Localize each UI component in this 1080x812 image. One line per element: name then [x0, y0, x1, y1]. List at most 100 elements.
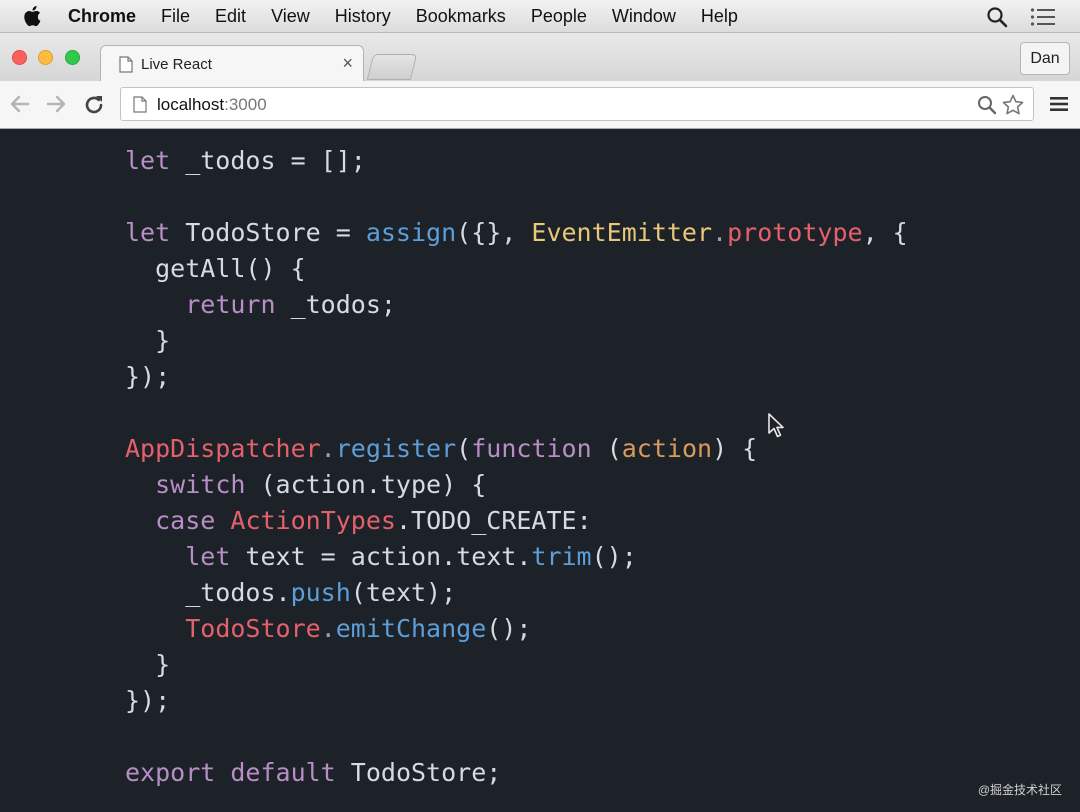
hamburger-icon[interactable] [1050, 96, 1068, 112]
menu-window[interactable]: Window [612, 6, 676, 27]
code-token: . [320, 434, 336, 463]
code-line: }); [125, 359, 908, 395]
address-bar[interactable]: localhost:3000 [120, 87, 1034, 121]
menu-view[interactable]: View [271, 6, 310, 27]
code-token: }); [125, 686, 171, 715]
code-token: . [712, 218, 728, 247]
code-token: register [335, 434, 457, 463]
code-token: assign [365, 218, 457, 247]
code-token: export [125, 758, 216, 787]
menu-help[interactable]: Help [701, 6, 738, 27]
code-line: TodoStore.emitChange(); [125, 611, 908, 647]
code-token: TodoStore = [170, 218, 366, 247]
code-token: TodoStore [185, 614, 321, 643]
code-line: switch (action.type) { [125, 467, 908, 503]
code-token: return [185, 290, 276, 319]
code-line: return _todos; [125, 287, 908, 323]
new-tab-button[interactable] [366, 54, 418, 80]
code-token: case [155, 506, 216, 535]
browser-toolbar: localhost:3000 [0, 81, 1080, 129]
mouse-cursor-icon [768, 413, 784, 438]
code-line: }); [125, 683, 908, 719]
code-line: let TodoStore = assign({}, EventEmitter.… [125, 215, 908, 251]
code-token: TodoStore; [335, 758, 502, 787]
code-token: getAll() { [125, 254, 306, 283]
code-token: , { [862, 218, 908, 247]
menu-edit[interactable]: Edit [215, 6, 246, 27]
code-token: ) { [712, 434, 758, 463]
url-text[interactable]: localhost:3000 [157, 95, 267, 115]
code-token: . [320, 614, 336, 643]
code-token: let [125, 146, 171, 175]
code-token: _todos; [275, 290, 396, 319]
reload-icon[interactable] [82, 93, 106, 117]
forward-arrow-icon[interactable] [44, 93, 68, 115]
apple-icon[interactable] [22, 5, 42, 27]
code-block: let _todos = []; let TodoStore = assign(… [125, 143, 908, 791]
menu-people[interactable]: People [531, 6, 587, 27]
code-token: (); [591, 542, 637, 571]
code-line: case ActionTypes.TODO_CREATE: [125, 503, 908, 539]
code-token: ( [591, 434, 622, 463]
code-token: EventEmitter [531, 218, 713, 247]
code-token: }); [125, 362, 171, 391]
code-token: trim [531, 542, 592, 571]
code-token: let [185, 542, 231, 571]
close-icon[interactable]: × [342, 53, 353, 74]
code-token: ActionTypes [230, 506, 396, 535]
star-icon[interactable] [1001, 93, 1025, 117]
tab-title: Live React [141, 56, 212, 73]
code-line: getAll() { [125, 251, 908, 287]
code-line: export default TodoStore; [125, 755, 908, 791]
profile-button[interactable]: Dan [1020, 42, 1070, 75]
profile-name: Dan [1030, 49, 1060, 67]
magnifier-icon[interactable] [977, 95, 997, 115]
code-token: ( [456, 434, 472, 463]
code-token: default [230, 758, 336, 787]
menu-bookmarks[interactable]: Bookmarks [416, 6, 506, 27]
url-host: localhost [157, 95, 225, 114]
code-token: _todos = []; [170, 146, 366, 175]
code-line: } [125, 647, 908, 683]
code-token: prototype [727, 218, 863, 247]
code-view: let _todos = []; let TodoStore = assign(… [0, 129, 1080, 812]
menu-file[interactable]: File [161, 6, 190, 27]
code-token: (text); [350, 578, 457, 607]
tab-live-react[interactable]: Live React × [100, 45, 364, 82]
window-maximize-button[interactable] [65, 50, 80, 65]
page-icon [133, 96, 147, 113]
menu-history[interactable]: History [335, 6, 391, 27]
list-icon[interactable] [1030, 7, 1056, 27]
code-token: action [621, 434, 713, 463]
code-token: emitChange [335, 614, 487, 643]
code-token: push [290, 578, 351, 607]
code-token: switch [155, 470, 246, 499]
code-token: AppDispatcher [125, 434, 321, 463]
menu-chrome[interactable]: Chrome [68, 6, 136, 27]
window-minimize-button[interactable] [38, 50, 53, 65]
code-token: } [125, 326, 171, 355]
code-token: .TODO_CREATE: [395, 506, 592, 535]
back-arrow-icon[interactable] [8, 93, 32, 115]
code-token: (); [486, 614, 532, 643]
window-close-button[interactable] [12, 50, 27, 65]
tab-strip: Live React × Dan [0, 33, 1080, 82]
code-line: let text = action.text.trim(); [125, 539, 908, 575]
code-line: let _todos = []; [125, 143, 908, 179]
watermark-text: @掘金技术社区 [977, 783, 1062, 797]
code-token: } [125, 650, 171, 679]
search-icon[interactable] [986, 6, 1008, 28]
code-line: } [125, 323, 908, 359]
code-token: function [471, 434, 592, 463]
mac-menu-bar: Chrome File Edit View History Bookmarks … [0, 0, 1080, 33]
code-token: ({}, [456, 218, 532, 247]
